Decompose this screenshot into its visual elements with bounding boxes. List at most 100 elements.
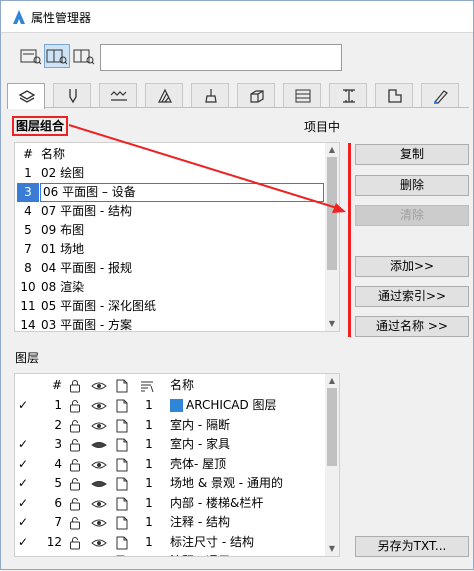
layers-list[interactable]: # 名称 ✓ 1 1 ARCHICAD 图层 2 1 室内 - 隔断 ✓ 3 1 室内 - 家具 ✓ 4… <box>14 373 340 557</box>
eye-icon[interactable] <box>91 418 107 434</box>
tab-building-materials[interactable] <box>237 83 275 107</box>
layer-row[interactable]: ✓ 6 1 内部 - 楼梯&栏杆 <box>15 494 327 514</box>
wire-icon[interactable] <box>114 515 130 531</box>
layer-row[interactable]: 2 1 室内 - 隔断 <box>15 416 327 436</box>
check-icon[interactable]: ✓ <box>18 552 30 556</box>
delete-button[interactable]: 删除 <box>355 175 469 196</box>
row-number: 14 <box>20 318 36 332</box>
eye-icon[interactable] <box>91 398 107 414</box>
add-button[interactable]: 添加>> <box>355 256 469 277</box>
tab-composites[interactable] <box>191 83 229 107</box>
tab-surfaces[interactable] <box>283 83 321 107</box>
layer-combinations-scrollbar[interactable]: ▲ ▼ <box>325 143 339 331</box>
wire-icon[interactable] <box>114 457 130 473</box>
layer-row[interactable]: ✓ 12 1 标注尺寸 - 结构 <box>15 533 327 553</box>
scroll-down-icon[interactable]: ▼ <box>325 542 339 556</box>
lock-icon[interactable] <box>67 496 83 512</box>
eye-icon[interactable] <box>91 437 107 453</box>
lock-icon[interactable] <box>67 457 83 473</box>
check-icon[interactable]: ✓ <box>18 396 30 415</box>
check-icon[interactable]: ✓ <box>18 533 30 552</box>
layers-icon <box>18 90 36 103</box>
layer-row[interactable]: ✓ 4 1 壳体- 屋顶 <box>15 455 327 475</box>
check-icon[interactable]: ✓ <box>18 455 30 474</box>
num-column-header: # <box>22 147 34 161</box>
wire-icon[interactable] <box>114 476 130 492</box>
eye-icon[interactable] <box>91 457 107 473</box>
scroll-up-icon[interactable]: ▲ <box>325 374 339 388</box>
wire-icon[interactable] <box>114 398 130 414</box>
clear-button[interactable]: 清除 <box>355 205 469 226</box>
row-number: 5 <box>24 223 32 237</box>
wire-icon[interactable] <box>114 437 130 453</box>
lock-icon[interactable] <box>67 515 83 531</box>
copy-button[interactable]: 复制 <box>355 144 469 165</box>
eye-icon[interactable] <box>91 535 107 551</box>
layer-combination-row[interactable]: 14 03 平面图 - 方案 <box>15 316 325 332</box>
tab-layers[interactable] <box>7 83 45 109</box>
search-input[interactable] <box>100 44 342 71</box>
tab-line-types[interactable] <box>99 83 137 107</box>
layer-combination-row[interactable]: 1 02 绘图 <box>15 164 325 183</box>
lock-icon[interactable] <box>67 535 83 551</box>
layer-combination-row[interactable]: 11 05 平面图 - 深化图纸 <box>15 297 325 316</box>
layers-label: 图层 <box>15 351 40 365</box>
window-title: 属性管理器 <box>31 11 92 25</box>
layer-combination-row[interactable]: 8 04 平面图 - 报规 <box>15 259 325 278</box>
layer-combination-row[interactable]: 7 01 场地 <box>15 240 325 259</box>
lock-icon[interactable] <box>67 437 83 453</box>
layer-combination-row[interactable]: 3 06 平面图 – 设备 <box>15 183 325 202</box>
scroll-down-icon[interactable]: ▼ <box>325 317 339 331</box>
list-view-button[interactable] <box>18 44 44 68</box>
details-view-button[interactable] <box>44 44 70 68</box>
layer-combination-row[interactable]: 5 09 布图 <box>15 221 325 240</box>
add-by-name-button[interactable]: 通过名称 >> <box>355 316 469 337</box>
check-icon[interactable]: ✓ <box>18 474 30 493</box>
check-icon[interactable]: ✓ <box>18 494 30 513</box>
tab-pens[interactable] <box>53 83 91 107</box>
wire-icon[interactable] <box>114 554 130 556</box>
layer-row[interactable]: ✓ 7 1 注释 - 结构 <box>15 513 327 533</box>
archicad-icon <box>13 10 25 24</box>
layer-row[interactable]: ✓ 1 1 ARCHICAD 图层 <box>15 396 327 416</box>
row-name: 07 平面图 - 结构 <box>41 204 133 218</box>
row-number: 6 <box>54 495 62 510</box>
save-as-txt-button[interactable]: 另存为TXT... <box>355 536 469 557</box>
eye-icon[interactable] <box>91 476 107 492</box>
lock-icon[interactable] <box>67 398 83 414</box>
wire-icon[interactable] <box>114 496 130 512</box>
tab-profiles[interactable] <box>329 83 367 107</box>
eye-icon[interactable] <box>91 515 107 531</box>
lock-icon[interactable] <box>67 554 83 556</box>
layer-combination-row[interactable]: 4 07 平面图 - 结构 <box>15 202 325 221</box>
lock-icon[interactable] <box>67 418 83 434</box>
wire-icon[interactable] <box>114 535 130 551</box>
check-icon[interactable]: ✓ <box>18 435 30 454</box>
layer-combination-row[interactable]: 10 08 渲染 <box>15 278 325 297</box>
lock-icon <box>70 380 80 393</box>
check-icon[interactable]: ✓ <box>18 513 30 532</box>
eye-icon <box>91 382 107 390</box>
tab-zones[interactable] <box>375 83 413 107</box>
layer-row[interactable]: ✓ 3 1 室内 - 家具 <box>15 435 327 455</box>
search-view-button[interactable] <box>71 44 97 68</box>
tab-fills[interactable] <box>145 83 183 107</box>
layers-scrollbar[interactable]: ▲ ▼ <box>325 374 339 556</box>
list-header: # 名称 <box>15 145 325 164</box>
tab-markup-styles[interactable] <box>421 83 459 107</box>
wire-icon[interactable] <box>114 418 130 434</box>
layer-row[interactable]: ✓14 1 注释 - 通用 <box>15 552 327 556</box>
eye-icon[interactable] <box>91 554 107 556</box>
eye-icon[interactable] <box>91 496 107 512</box>
scroll-thumb[interactable] <box>327 388 337 466</box>
layer-name: 室内 - 家具 <box>170 437 230 451</box>
scroll-thumb[interactable] <box>327 157 337 271</box>
layer-name: 壳体- 屋顶 <box>170 456 227 471</box>
layer-combinations-list[interactable]: # 名称 1 02 绘图 3 06 平面图 – 设备 4 07 平面图 - 结构 5 09 布… <box>14 142 340 332</box>
line-types-icon <box>110 91 127 101</box>
lock-icon[interactable] <box>67 476 83 492</box>
row-name-edit-field[interactable]: 06 平面图 – 设备 <box>40 183 324 202</box>
scroll-up-icon[interactable]: ▲ <box>325 143 339 157</box>
add-by-index-button[interactable]: 通过索引>> <box>355 286 469 307</box>
layer-row[interactable]: ✓ 5 1 场地 & 景观 - 通用的 <box>15 474 327 494</box>
